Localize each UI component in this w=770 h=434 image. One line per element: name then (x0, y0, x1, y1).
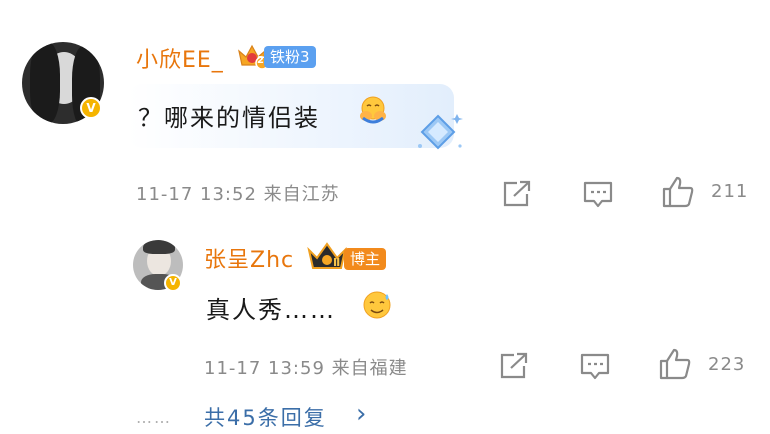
like-icon[interactable] (660, 175, 696, 209)
chevron-right-icon[interactable]: › (356, 399, 368, 429)
view-replies-link[interactable]: 共45条回复 (204, 402, 327, 432)
hug-emoji-icon (357, 94, 389, 126)
sweat-smile-emoji-icon (360, 288, 394, 322)
comment-text: 真人秀…… (206, 296, 336, 324)
crown-icon (307, 240, 347, 272)
like-count: 223 (708, 354, 746, 375)
crown-level-digit: Ⅱ (333, 256, 341, 269)
username[interactable]: 小欣EE_ (136, 42, 224, 74)
reply-icon[interactable] (581, 178, 615, 210)
comment-item: V 小欣EE_ 2 铁粉3 ？哪来的情侣装 11-17 13:52 来自江苏 2… (0, 0, 770, 230)
reply-icon[interactable] (578, 350, 612, 382)
author-badge[interactable]: 博主 (344, 248, 387, 270)
comment-meta: 11-17 13:52 来自江苏 (136, 184, 340, 205)
verified-badge: V (80, 97, 102, 119)
crown-level-digit: 2 (257, 55, 264, 66)
comment-text: ？哪来的情侣装 (138, 104, 320, 132)
reply-item: V 张呈Zhc Ⅱ 博主 真人秀…… 11-17 13:59 来自福建 223 … (0, 230, 770, 434)
diamond-sticker-icon (410, 110, 466, 156)
like-count: 211 (711, 181, 749, 202)
comment-meta: 11-17 13:59 来自福建 (204, 358, 408, 379)
username[interactable]: 张呈Zhc (204, 242, 294, 274)
share-icon[interactable] (497, 350, 531, 382)
like-icon[interactable] (657, 347, 693, 381)
share-icon[interactable] (500, 178, 534, 210)
fan-badge[interactable]: 铁粉3 (264, 46, 316, 68)
replies-dots: …… (136, 408, 172, 427)
verified-badge: V (164, 274, 182, 292)
